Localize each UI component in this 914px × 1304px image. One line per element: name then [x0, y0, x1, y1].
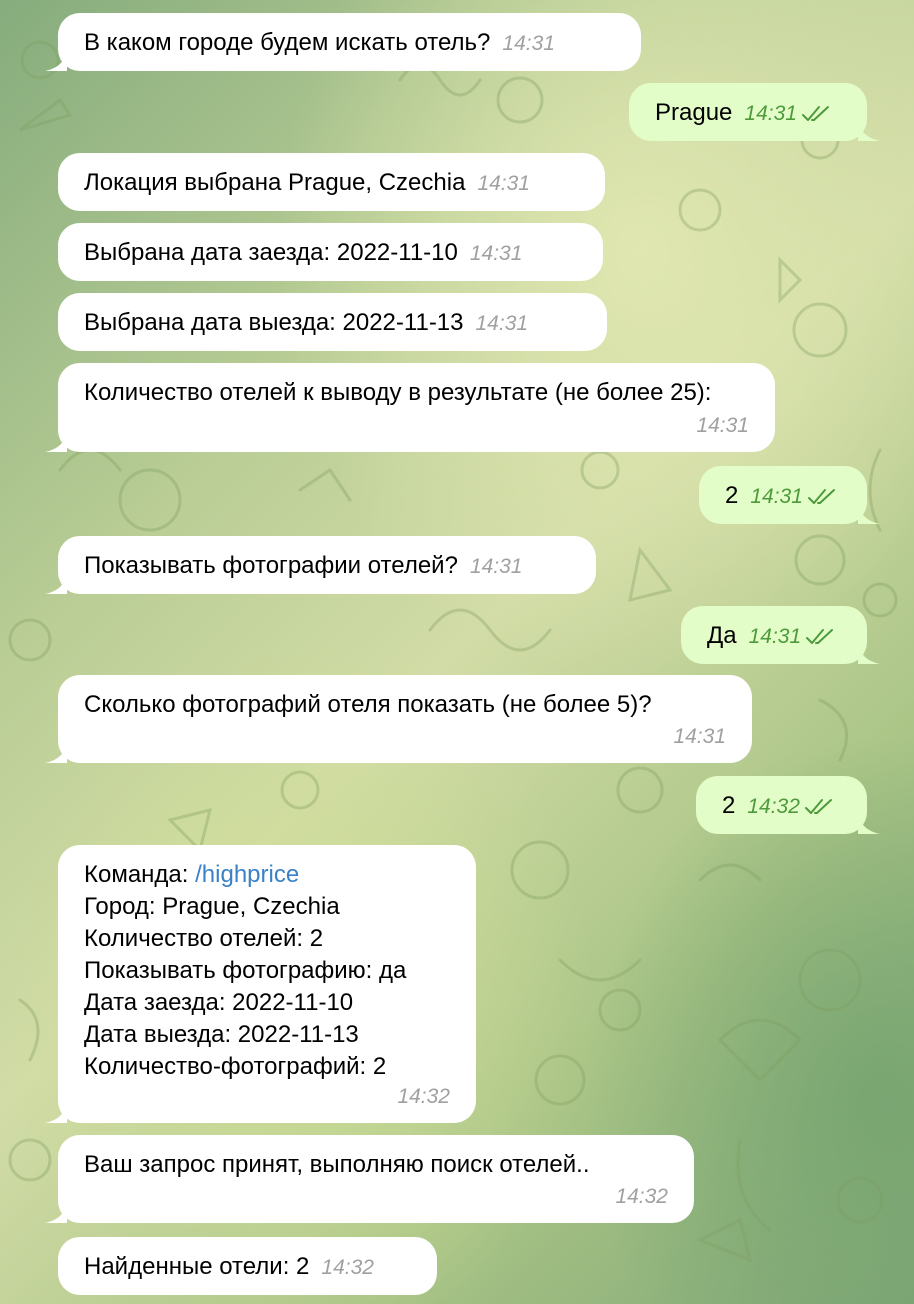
message-time: 14:32 — [615, 1185, 668, 1208]
message-text: Найденные отели: 2 — [84, 1253, 310, 1280]
bubble-tail — [45, 572, 67, 594]
summary-command-line: Команда: /highprice — [84, 859, 450, 891]
double-check-icon — [807, 488, 835, 504]
message-incoming[interactable]: Локация выбрана Prague, Czechia 14:31 — [58, 153, 605, 211]
message-time: 14:31 — [696, 414, 749, 437]
message-text: Ваш запрос принят, выполняю поиск отелей… — [84, 1151, 590, 1178]
message-text: Выбрана дата заезда: 2022-11-10 — [84, 239, 458, 266]
message-time: 14:31 — [748, 625, 802, 648]
command-link[interactable]: /highprice — [195, 861, 299, 888]
message-time: 14:31 — [477, 172, 530, 195]
bubble-tail — [45, 430, 67, 452]
message-summary[interactable]: Команда: /highprice Город: Prague, Czech… — [45, 845, 476, 1123]
message-incoming[interactable]: Сколько фотографий отеля показать (не бо… — [45, 675, 752, 763]
message-text: Prague — [655, 99, 733, 126]
bubble-tail — [858, 642, 880, 664]
message-text: Выбрана дата выезда: 2022-11-13 — [84, 309, 464, 336]
message-text: Локация выбрана Prague, Czechia — [84, 169, 466, 196]
message-time: 14:31 — [502, 32, 555, 55]
message-text: Да — [707, 622, 737, 649]
message-incoming[interactable]: Выбрана дата заезда: 2022-11-10 14:31 — [58, 223, 603, 281]
message-outgoing[interactable]: Да 14:31 — [681, 606, 880, 664]
summary-photo-count: Количество-фотографий: 2 — [84, 1053, 387, 1080]
bubble-tail — [858, 812, 880, 834]
message-incoming[interactable]: Найденные отели: 2 14:32 — [58, 1237, 437, 1295]
bubble-tail — [858, 119, 880, 141]
bubble-tail — [45, 49, 67, 71]
bubble-tail — [45, 1201, 67, 1223]
double-check-icon — [804, 798, 832, 814]
summary-command-label: Команда: — [84, 861, 196, 888]
message-time: 14:31 — [750, 485, 803, 508]
message-time: 14:32 — [321, 1256, 374, 1279]
message-time: 14:31 — [469, 242, 523, 265]
message-time: 14:32 — [397, 1085, 450, 1108]
message-time: 14:31 — [673, 725, 726, 748]
message-incoming[interactable]: Показывать фотографии отелей? 14:31 — [45, 536, 596, 594]
message-incoming[interactable]: Выбрана дата выезда: 2022-11-13 14:31 — [58, 293, 607, 351]
summary-hotel-count: Количество отелей: 2 — [84, 925, 324, 952]
message-text: Сколько фотографий отеля показать (не бо… — [84, 691, 652, 718]
message-incoming[interactable]: В каком городе будем искать отель? 14:31 — [45, 13, 641, 71]
message-outgoing[interactable]: Prague 14:31 — [629, 83, 880, 141]
summary-checkout: Дата выезда: 2022-11-13 — [84, 1021, 359, 1048]
message-incoming[interactable]: Количество отелей к выводу в результате … — [45, 363, 775, 452]
summary-checkin: Дата заезда: 2022-11-10 — [84, 989, 354, 1016]
message-incoming[interactable]: Ваш запрос принят, выполняю поиск отелей… — [45, 1135, 694, 1223]
message-time: 14:31 — [744, 102, 797, 125]
message-text: Показывать фотографии отелей? — [84, 552, 458, 579]
message-text: 2 — [722, 792, 736, 819]
message-time: 14:31 — [475, 312, 529, 335]
double-check-icon — [801, 105, 829, 121]
summary-show-photos: Показывать фотографию: да — [84, 957, 407, 984]
message-text: В каком городе будем искать отель? — [84, 29, 491, 56]
message-time: 14:32 — [747, 795, 800, 818]
message-text: Количество отелей к выводу в результате … — [84, 379, 712, 406]
summary-city: Город: Prague, Czechia — [84, 893, 340, 920]
message-text: 2 — [725, 482, 739, 509]
bubble-tail — [45, 741, 67, 763]
message-time: 14:31 — [469, 555, 523, 578]
message-outgoing[interactable]: 2 14:32 — [696, 776, 880, 834]
message-outgoing[interactable]: 2 14:31 — [699, 466, 880, 524]
bubble-tail — [45, 1101, 67, 1123]
bubble-tail — [858, 502, 880, 524]
double-check-icon — [806, 628, 834, 644]
